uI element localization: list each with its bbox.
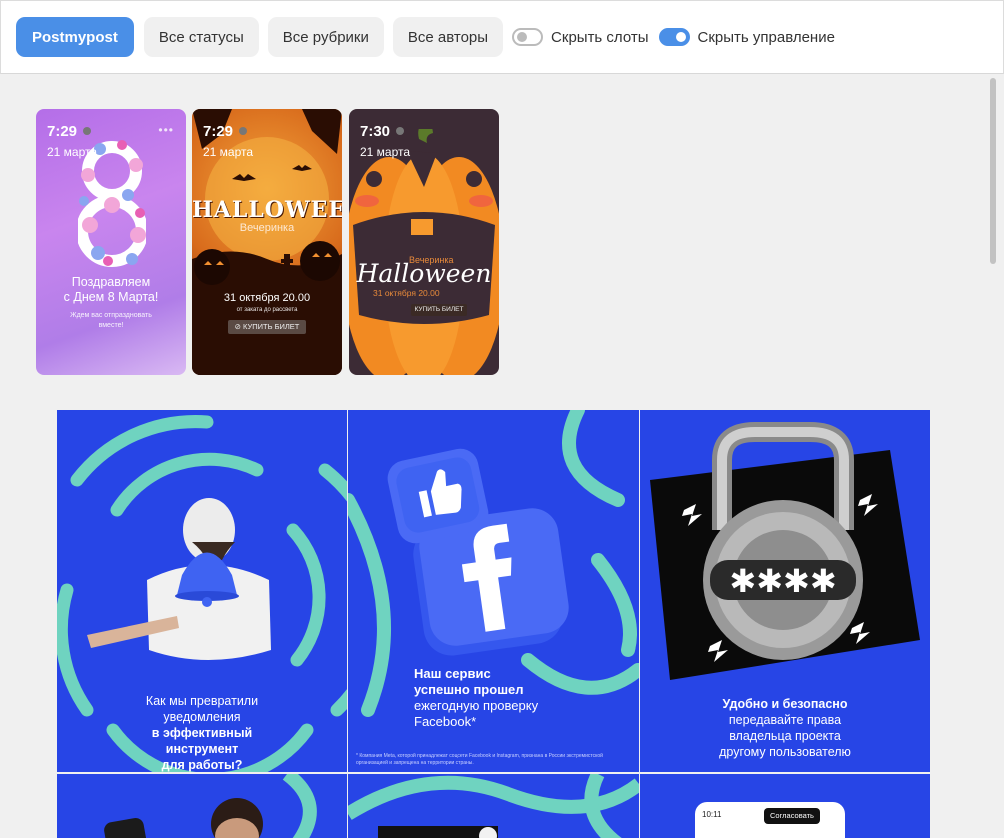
caption-line: Наш сервис xyxy=(414,666,491,681)
story-subtitle: Вечеринка xyxy=(239,222,295,234)
caption-line: владельца проекта xyxy=(729,729,841,743)
post-card[interactable] xyxy=(57,774,347,838)
vertical-scrollbar[interactable] xyxy=(990,78,996,264)
person-phone-illustration xyxy=(104,774,317,838)
phone-time: 10:11 xyxy=(702,810,722,819)
story-headline: HALLOWEEN xyxy=(192,197,342,223)
buy-ticket-badge: ⊘ КУПИТЬ БИЛЕТ xyxy=(228,320,306,334)
caption-line: для работы? xyxy=(161,758,243,772)
buy-ticket-label: КУПИТЬ БИЛЕТ xyxy=(242,322,300,331)
story-headline: Halloween xyxy=(356,259,492,288)
story-date: 21 марта xyxy=(360,145,411,159)
story-status-dot xyxy=(83,127,91,135)
abstract-illustration xyxy=(348,774,639,838)
more-options-icon[interactable]: ••• xyxy=(158,123,174,137)
caption-line: Удобно и безопасно xyxy=(722,697,848,711)
story-time: 7:29 xyxy=(47,123,78,140)
post-caption: Удобно и безопасно передавайте права вла… xyxy=(640,696,930,760)
caption-line: уведомления xyxy=(163,710,241,724)
author-filter-button[interactable]: Все авторы xyxy=(392,17,504,57)
story-event-date: 31 октября 20.00 xyxy=(373,288,440,298)
buy-ticket-badge: КУПИТЬ БИЛЕТ xyxy=(411,304,467,316)
status-filter-button[interactable]: Все статусы xyxy=(143,17,259,57)
caption-line: успешно прошел xyxy=(414,682,524,697)
story-status-dot xyxy=(396,127,404,135)
story-time: 7:29 xyxy=(203,123,234,140)
post-card[interactable] xyxy=(348,774,639,838)
post-footnote: * Компания Meta, которой принадлежат соц… xyxy=(356,753,603,766)
story-greeting: Поздравляем с Днем 8 Марта! xyxy=(63,275,159,304)
approve-badge: Согласовать xyxy=(764,808,820,824)
post-card[interactable]: Наш сервис успешно прошел ежегодную пров… xyxy=(348,410,639,772)
hide-slots-toggle[interactable]: Скрыть слоты xyxy=(512,28,649,46)
post-caption: Как мы превратили уведомления в эффектив… xyxy=(57,693,347,772)
svg-text:✱✱✱✱: ✱✱✱✱ xyxy=(729,562,836,600)
post-card[interactable]: ✱✱✱✱ Удобно и безопасно передавайте прав… xyxy=(640,410,930,772)
hide-controls-toggle[interactable]: Скрыть управление xyxy=(658,28,835,46)
caption-line: Facebook* xyxy=(414,714,477,729)
caption-line: инструмент xyxy=(165,742,239,756)
hide-slots-label: Скрыть слоты xyxy=(551,28,649,46)
hide-slots-switch[interactable] xyxy=(512,28,544,46)
caption-line: другому пользователю xyxy=(719,745,851,759)
story-card[interactable]: 7:29 ••• 21 марта Поздравляем с Днем 8 М… xyxy=(36,109,186,375)
hide-controls-label: Скрыть управление xyxy=(697,28,835,46)
post-card[interactable]: 10:11 Согласовать xyxy=(640,774,930,838)
buy-ticket-label: КУПИТЬ БИЛЕТ xyxy=(414,306,464,313)
project-button[interactable]: Postmypost xyxy=(16,17,134,57)
story-time: 7:30 xyxy=(360,123,391,140)
story-event-date: 31 октября 20.00 xyxy=(223,292,311,304)
story-date: 21 марта xyxy=(203,145,254,159)
post-card[interactable]: Как мы превратили уведомления в эффектив… xyxy=(57,410,347,772)
caption-line: передавайте права xyxy=(728,713,842,727)
story-event-note: от заката до рассвета xyxy=(236,307,298,313)
story-date: 21 марта xyxy=(47,145,98,159)
filter-toolbar: Postmypost Все статусы Все рубрики Все а… xyxy=(0,0,1004,74)
pumpkin-illustration xyxy=(349,129,499,375)
link-icon: ⊘ xyxy=(234,322,241,331)
story-card[interactable]: 7:30 21 марта Вечеринка Halloween 31 окт… xyxy=(349,109,499,375)
hide-controls-switch[interactable] xyxy=(658,28,690,46)
post-caption: Наш сервис успешно прошел ежегодную пров… xyxy=(414,666,604,730)
caption-line: Как мы превратили xyxy=(145,694,259,708)
category-filter-button[interactable]: Все рубрики xyxy=(267,17,384,57)
caption-line: ежегодную проверку xyxy=(414,698,539,713)
story-card[interactable]: 7:29 21 марта HALLOWEEN Вечеринка 31 окт… xyxy=(192,109,342,375)
caption-line: в эффективный xyxy=(151,726,253,740)
story-status-dot xyxy=(239,127,247,135)
story-subtext: Ждем вас отпраздновать вместе! xyxy=(70,312,152,329)
